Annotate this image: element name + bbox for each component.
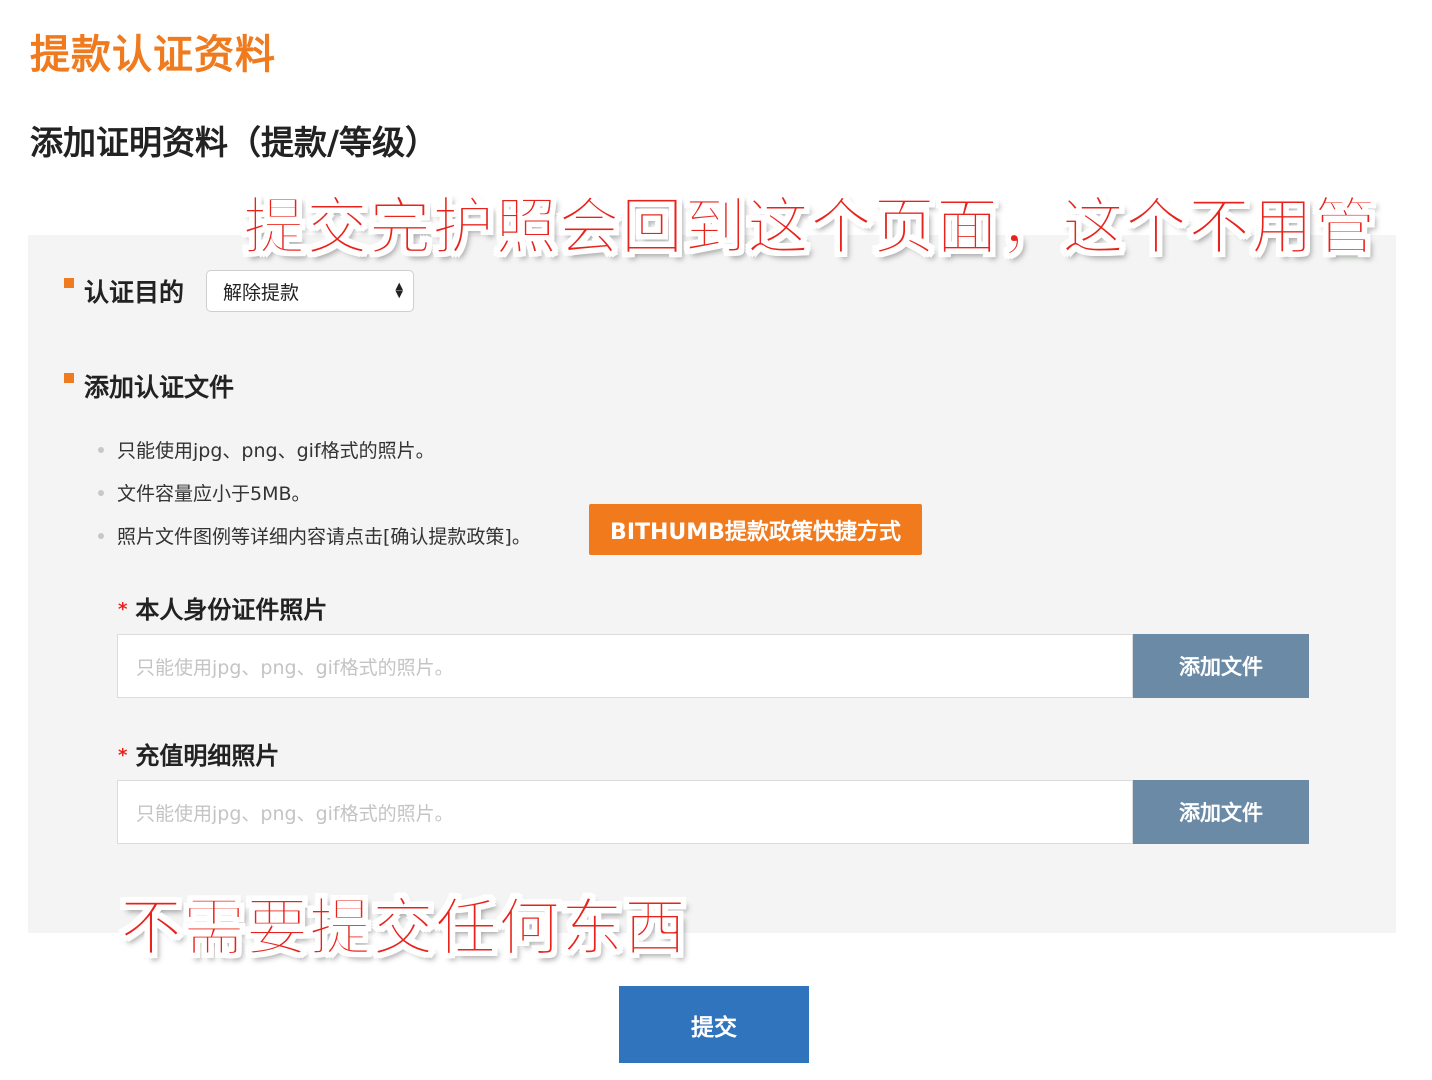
bullet-dot-icon [98, 446, 104, 453]
purpose-label: 认证目的 [84, 278, 185, 307]
page-title: 提款认证资料 [30, 32, 276, 78]
section-title: 添加证明资料（提款/等级） [30, 123, 439, 162]
annotation-bottom: 不需要提交任何东西 [119, 891, 688, 965]
id-photo-upload: 只能使用jpg、png、gif格式的照片。 添加文件 [117, 634, 1309, 698]
select-arrows-icon: ▲ ▼ [395, 281, 404, 300]
id-photo-input[interactable]: 只能使用jpg、png、gif格式的照片。 [117, 634, 1133, 698]
required-mark: * [118, 599, 128, 620]
note-item: 照片文件图例等详细内容请点击[确认提款政策]。 [98, 514, 531, 557]
note-text: 文件容量应小于5MB。 [117, 483, 311, 505]
purpose-select-value: 解除提款 [223, 281, 300, 304]
deposit-photo-upload: 只能使用jpg、png、gif格式的照片。 添加文件 [117, 780, 1309, 844]
purpose-select[interactable]: 解除提款 ▲ ▼ [206, 270, 415, 312]
files-row: 添加认证文件 [64, 368, 234, 404]
annotation-top: 提交完护照会回到这个页面，这个不用管 [242, 190, 1378, 264]
policy-shortcut-button[interactable]: BITHUMB提款政策快捷方式 [589, 504, 922, 555]
id-photo-label-row: * 本人身份证件照片 [118, 590, 327, 625]
page: 提款认证资料 添加证明资料（提款/等级） 认证目的 解除提款 ▲ ▼ 添加认证文件… [0, 0, 1432, 1080]
id-photo-add-file-button[interactable]: 添加文件 [1133, 634, 1309, 698]
submit-button[interactable]: 提交 [619, 986, 809, 1063]
required-mark: * [118, 745, 128, 766]
note-text: 只能使用jpg、png、gif格式的照片。 [117, 440, 435, 462]
bullet-dot-icon [98, 489, 104, 496]
bullet-dot-icon [98, 532, 104, 539]
files-label: 添加认证文件 [84, 373, 235, 402]
bullet-square-icon [64, 278, 74, 288]
deposit-photo-label: 充值明细照片 [135, 742, 280, 770]
id-photo-label: 本人身份证件照片 [135, 596, 328, 624]
deposit-photo-input[interactable]: 只能使用jpg、png、gif格式的照片。 [117, 780, 1133, 844]
note-text: 照片文件图例等详细内容请点击[确认提款政策]。 [117, 526, 531, 548]
note-item: 只能使用jpg、png、gif格式的照片。 [98, 428, 531, 471]
note-item: 文件容量应小于5MB。 [98, 471, 531, 514]
deposit-photo-label-row: * 充值明细照片 [118, 736, 279, 771]
note-list: 只能使用jpg、png、gif格式的照片。 文件容量应小于5MB。 照片文件图例… [98, 428, 531, 557]
deposit-photo-add-file-button[interactable]: 添加文件 [1133, 780, 1309, 844]
purpose-row: 认证目的 解除提款 ▲ ▼ [64, 270, 415, 312]
bullet-square-icon [64, 373, 74, 383]
